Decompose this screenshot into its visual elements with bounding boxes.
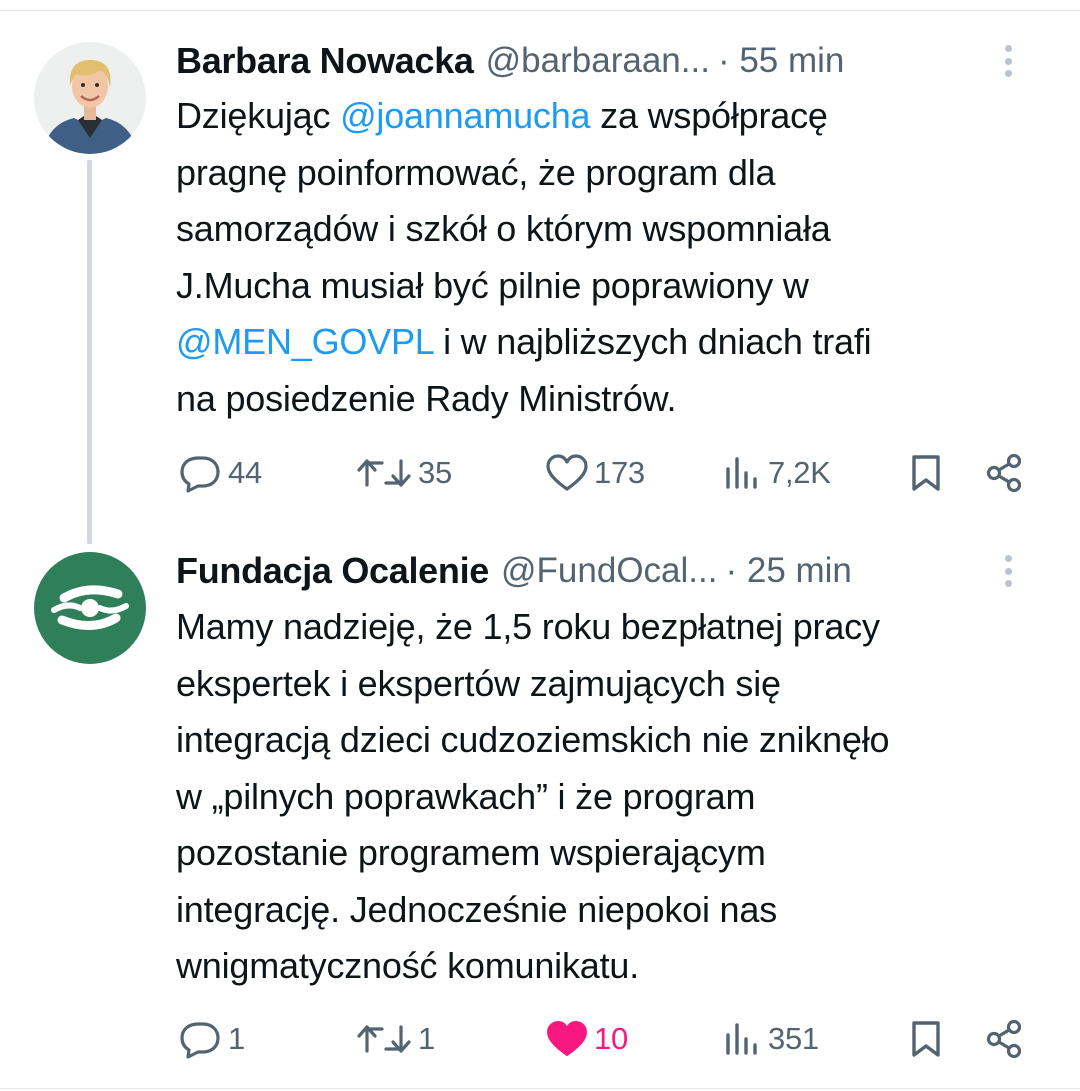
text-segment: ekspertek i ekspertów zajmujących się [176,662,781,704]
reply-count: 44 [228,455,262,490]
reply-icon [180,1022,220,1059]
more-vertical-icon[interactable] [996,41,1020,81]
tweet-text-line: pragnę poinformować, że program dla [176,145,1056,202]
retweet-button[interactable]: 1 [354,1014,435,1064]
like-button[interactable]: 173 [544,448,645,498]
tweet-text: Mamy nadzieję, że 1,5 roku bezpłatnej pr… [176,599,1056,995]
tweet-text-line: w „pilnych poprawkach” i że program [176,769,1056,826]
more-vertical-icon[interactable] [996,551,1020,591]
avatar-barbara-nowacka[interactable] [34,42,146,154]
tweet-text-line: integracją dzieci cudzoziemskich nie zni… [176,712,1056,769]
tweet-timestamp[interactable]: · 55 min [718,41,844,81]
bottom-divider [0,1088,1080,1089]
top-divider [0,10,1080,11]
views-icon [726,457,757,489]
share-button[interactable] [984,448,1026,498]
text-segment: w „pilnych poprawkach” i że program [176,775,756,817]
text-segment: integracją dzieci cudzoziemskich nie zni… [176,719,890,760]
tweet-text-line: ekspertek i ekspertów zajmujących się [176,656,1056,713]
retweet-count: 35 [418,455,452,490]
tweet-text-line: na posiedzenie Rady Ministrów. [176,371,1056,428]
author-handle[interactable]: @barbaraan... [486,41,710,81]
tweet-text-line: Dziękując @joannamucha za współpracę [176,88,1056,145]
tweet-text-line: J.Mucha musiał być pilnie poprawiony w [176,258,1056,315]
tweet-text-line: integrację. Jednocześnie niepokoi nas [176,882,1056,939]
text-segment: integrację. Jednocześnie niepokoi nas [176,888,777,930]
text-segment: pozostanie programem wspierającym [176,832,766,873]
like-count: 173 [594,455,645,490]
text-segment: na posiedzenie Rady Ministrów. [176,377,677,419]
tweet-actions: 1 1 10 351 [176,1014,1056,1064]
tweet-text-line: wnigmatyczność komunikatu. [176,938,1056,995]
avatar-photo-icon [34,42,146,154]
tweet-text-line: pozostanie programem wspierającym [176,825,1056,882]
bookmark-icon [912,1021,940,1057]
reply-button[interactable]: 1 [176,1014,245,1064]
mention-link[interactable]: @MEN_GOVPL [176,321,433,362]
text-segment: i w najbliższych dniach trafi [433,321,872,362]
views-button[interactable]: 351 [722,1014,819,1064]
thread-connector-line [87,160,92,544]
retweet-button[interactable]: 35 [354,448,452,498]
tweet-header: Barbara Nowacka @barbaraan... · 55 min [176,36,1056,86]
text-segment: J.Mucha musiał być pilnie poprawiony w [176,264,809,306]
views-icon [726,1023,757,1055]
author-name[interactable]: Fundacja Ocalenie [176,550,489,592]
reply-icon [180,456,220,493]
text-segment: pragnę poinformować, że program dla [176,151,776,193]
author-handle[interactable]: @FundOcal... [501,551,717,591]
text-segment: za współpracę [590,95,828,136]
tweet-actions: 44 35 173 7,2K [176,448,1056,498]
retweet-count: 1 [418,1021,435,1056]
like-count: 10 [594,1021,628,1056]
author-name[interactable]: Barbara Nowacka [176,40,474,82]
heart-filled-icon [547,1021,587,1056]
share-icon [986,453,1022,493]
like-button[interactable]: 10 [544,1014,628,1064]
tweet-text-line: Mamy nadzieję, że 1,5 roku bezpłatnej pr… [176,599,1056,656]
reply-button[interactable]: 44 [176,448,262,498]
avatar-fundacja-ocalenie[interactable] [34,552,146,664]
heart-icon [546,454,588,491]
bookmark-button[interactable] [906,448,946,498]
ocalenie-logo-icon [34,552,146,664]
tweet-text-line: @MEN_GOVPL i w najbliższych dniach trafi [176,314,1056,371]
tweet-text-line: samorządów i szkół o którym wspomniała [176,201,1056,258]
share-button[interactable] [984,1014,1026,1064]
views-button[interactable]: 7,2K [722,448,831,498]
share-icon [986,1019,1022,1059]
retweet-icon [357,1025,411,1053]
views-count: 7,2K [768,455,831,490]
views-count: 351 [768,1021,819,1056]
text-segment: samorządów i szkół o którym wspomniała [176,208,831,249]
text-segment: wnigmatyczność komunikatu. [176,945,639,986]
bookmark-button[interactable] [906,1014,946,1064]
bookmark-icon [912,455,940,491]
mention-link[interactable]: @joannamucha [340,95,591,136]
retweet-icon [357,459,411,487]
tweet-timestamp[interactable]: · 25 min [725,551,851,591]
text-segment: Dziękując [176,95,341,136]
tweet-text: Dziękując @joannamucha za współpracę prag… [176,88,1056,427]
reply-count: 1 [228,1021,245,1056]
tweet-header: Fundacja Ocalenie @FundOcal... · 25 min [176,546,1056,596]
text-segment: Mamy nadzieję, że 1,5 roku bezpłatnej pr… [176,606,880,647]
